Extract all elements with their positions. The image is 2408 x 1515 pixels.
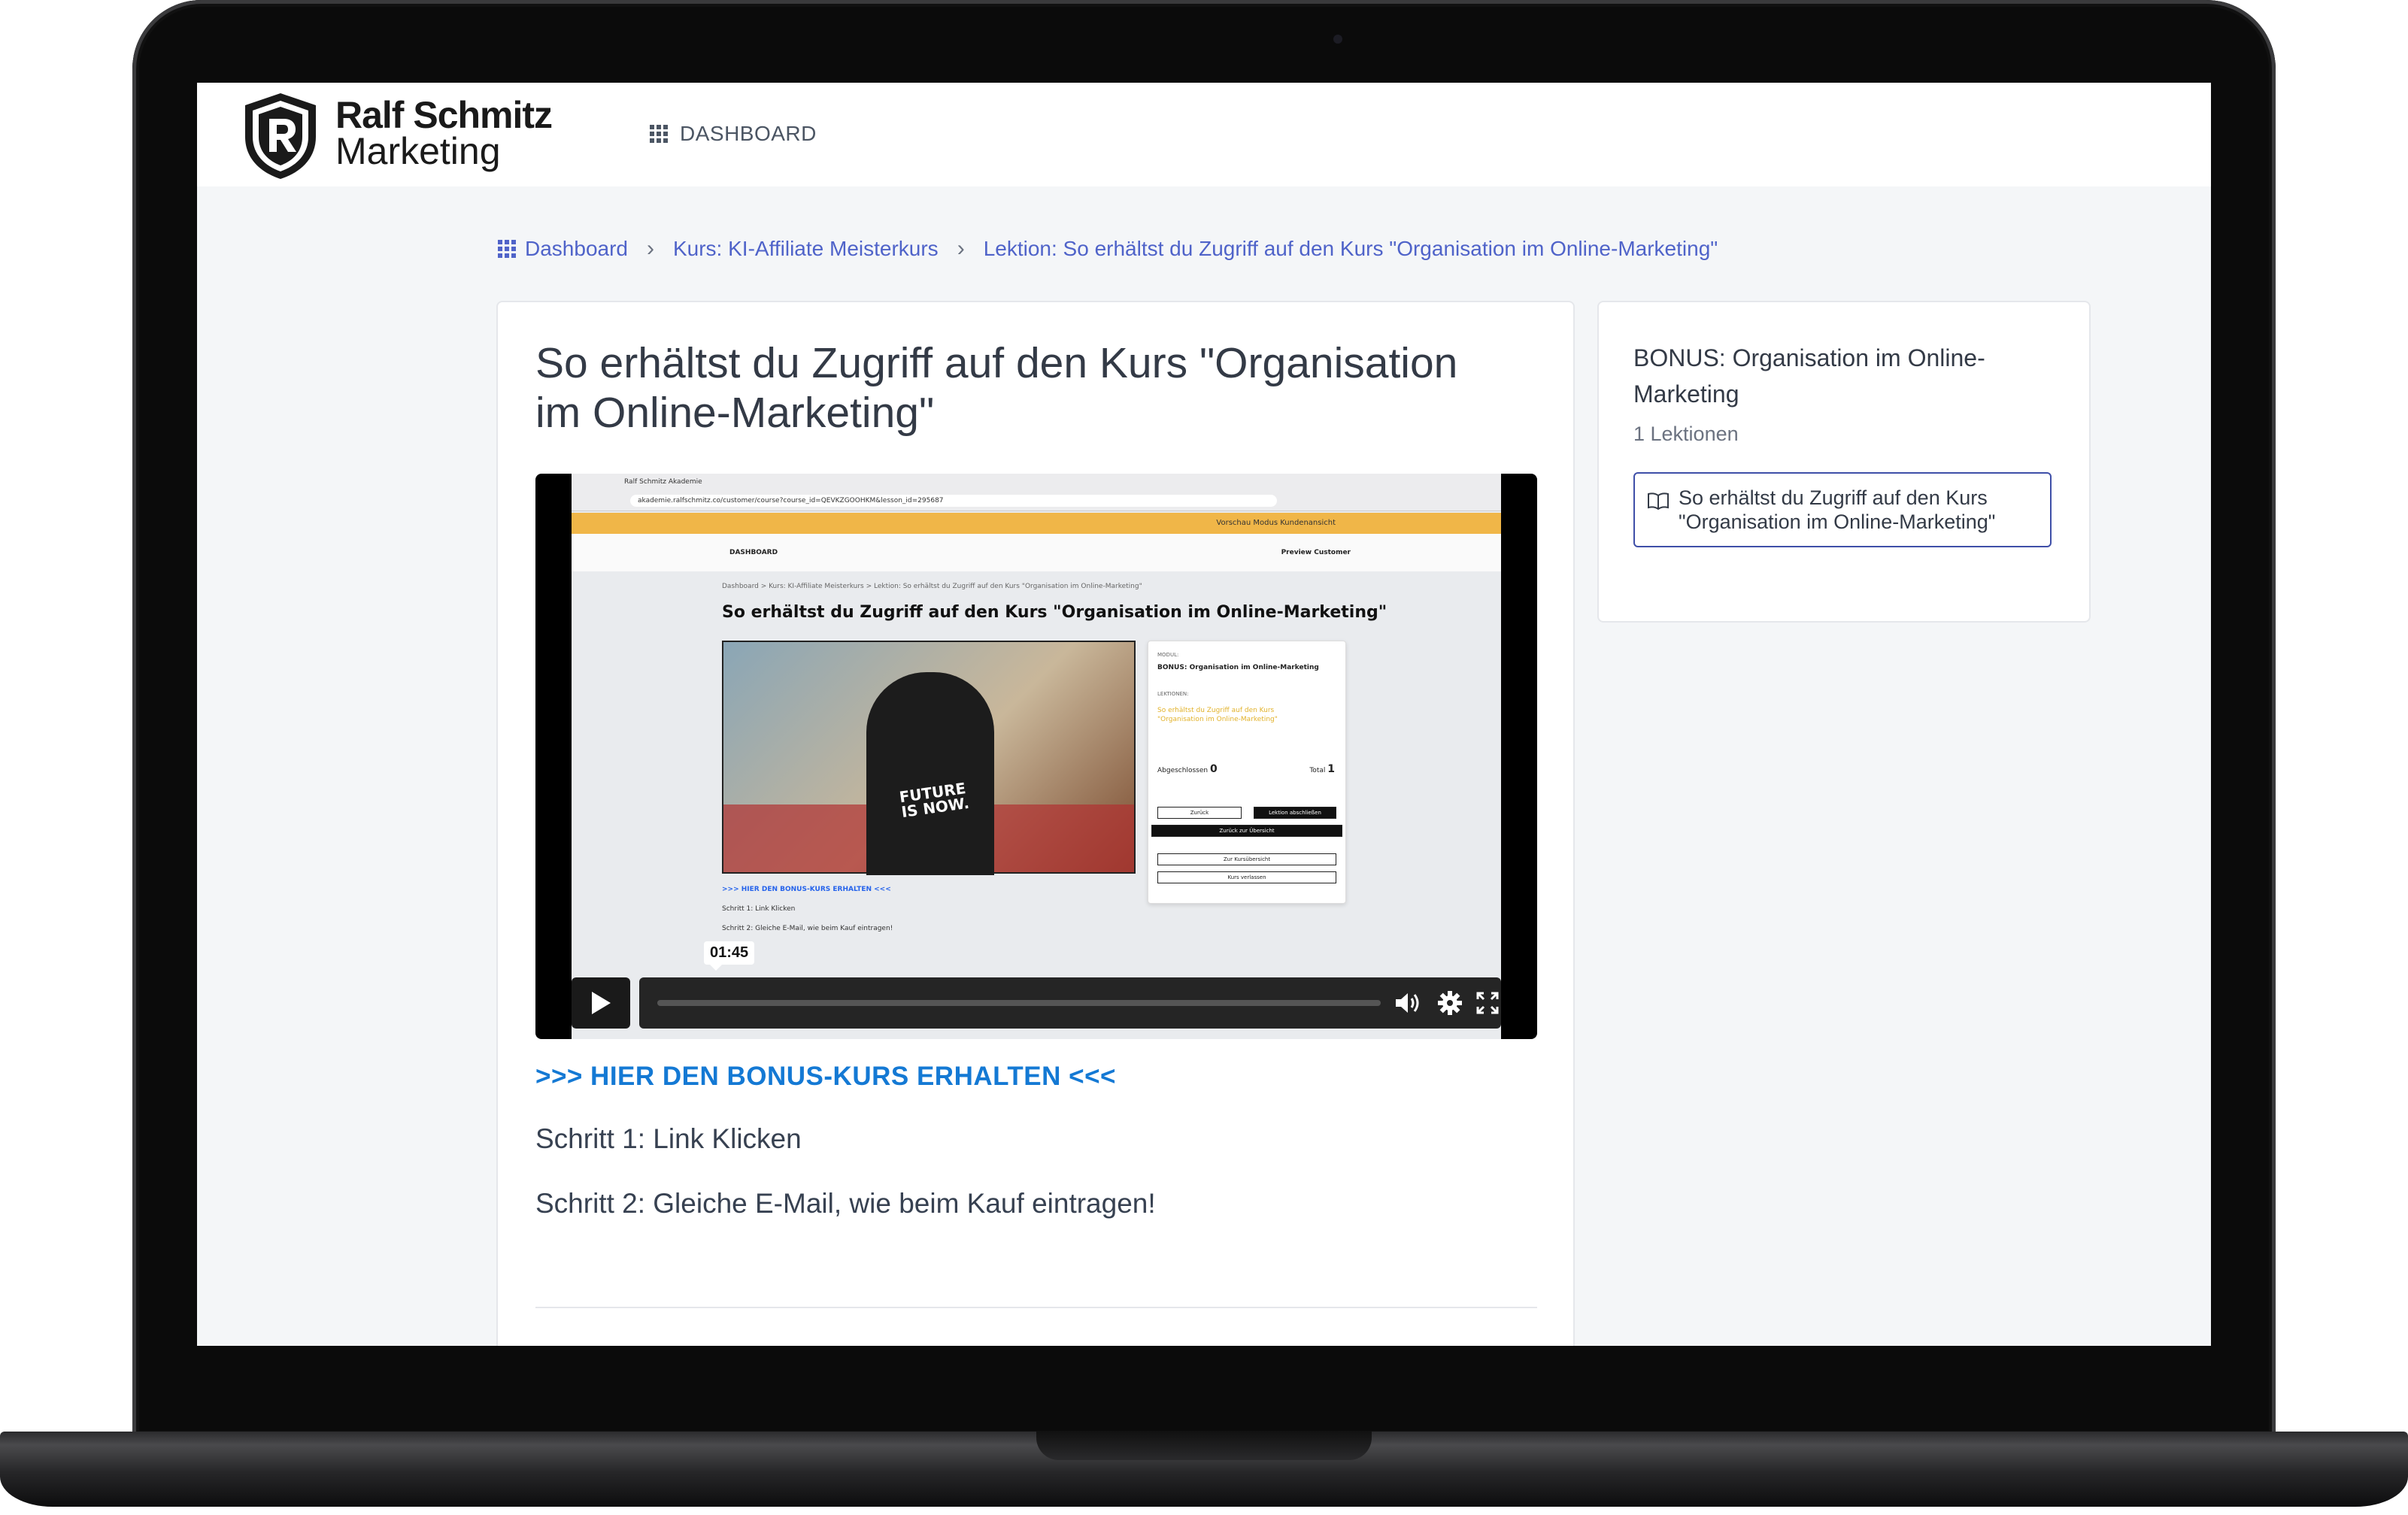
module-title: BONUS: Organisation im Online-Marketing <box>1633 344 1985 408</box>
bonus-course-link[interactable]: >>> HIER DEN BONUS-KURS ERHALTEN <<< <box>535 1062 1116 1092</box>
module-sidebar-card: BONUS: Organisation im Online-Marketing … <box>1597 301 2091 623</box>
inner-video-thumbnail: FUTURE IS NOW. <box>722 641 1136 875</box>
screen: Ralf Schmitz Marketing DASHBOARD Dashboa… <box>197 83 2211 1346</box>
sidebar-lesson-label: So erhältst du Zugriff auf den Kurs "Org… <box>1679 486 1996 533</box>
inner-bonus-link: >>> HIER DEN BONUS-KURS ERHALTEN <<< <box>722 886 891 893</box>
inner-module-label: MODUL: <box>1157 652 1179 658</box>
inner-complete-button: Lektion abschließen <box>1254 807 1336 819</box>
inner-step-2: Schritt 2: Gleiche E-Mail, wie beim Kauf… <box>722 925 893 932</box>
breadcrumb-course-label: Kurs: KI-Affiliate Meisterkurs <box>672 237 939 260</box>
inner-preview-banner-text: Vorschau Modus Kundenansicht <box>1216 519 1336 527</box>
inner-module-title: BONUS: Organisation im Online-Marketing <box>1157 664 1319 671</box>
play-button[interactable] <box>572 977 630 1029</box>
book-open-icon <box>1648 492 1669 510</box>
inner-title: So erhältst du Zugriff auf den Kurs "Org… <box>722 603 1387 622</box>
lesson-card: So erhältst du Zugriff auf den Kurs "Org… <box>496 301 1575 1346</box>
volume-icon[interactable] <box>1393 988 1423 1018</box>
inner-topbar: DASHBOARD Preview Customer <box>572 534 1501 571</box>
inner-address-bar: akademie.ralfschmitz.co/customer/course?… <box>630 495 1277 507</box>
inner-completed-value: 0 <box>1209 763 1218 775</box>
inner-breadcrumb: Dashboard > Kurs: KI-Affiliate Meisterku… <box>722 583 1142 590</box>
fullscreen-icon[interactable] <box>1472 988 1503 1018</box>
chevron-right-icon: › <box>957 236 965 261</box>
inner-nav-dashboard: DASHBOARD <box>729 549 778 556</box>
video-control-bar: 01:45 <box>639 941 1503 1029</box>
step-2-text: Schritt 2: Gleiche E-Mail, wie beim Kauf… <box>535 1188 1156 1219</box>
inner-presenter <box>866 672 994 875</box>
inner-total: Total 1 <box>1309 763 1335 775</box>
inner-leave-button: Kurs verlassen <box>1157 871 1336 883</box>
step-1-text: Schritt 1: Link Klicken <box>535 1123 802 1154</box>
breadcrumb-dashboard-label: Dashboard <box>525 237 628 260</box>
inner-overview-back-button: Zurück zur Übersicht <box>1151 825 1342 837</box>
sidebar-lesson-item[interactable]: So erhältst du Zugriff auf den Kurs "Org… <box>1633 472 2052 547</box>
inner-course-overview-button: Zur Kursübersicht <box>1157 853 1336 865</box>
settings-gear-icon[interactable] <box>1435 988 1465 1018</box>
inner-completed: Abgeschlossen 0 <box>1157 763 1218 775</box>
lesson-count: 1 Lektionen <box>1633 423 1739 445</box>
inner-browser-chrome: Ralf Schmitz Akademie akademie.ralfschmi… <box>572 474 1501 511</box>
inner-lessons-label: LEKTIONEN: <box>1157 691 1189 697</box>
play-icon <box>592 992 611 1014</box>
inner-back-button: Zurück <box>1157 807 1242 819</box>
grid-icon <box>498 240 516 258</box>
nav-dashboard-link[interactable]: DASHBOARD <box>650 122 817 146</box>
video-player[interactable]: Ralf Schmitz Akademie akademie.ralfschmi… <box>535 474 1537 1039</box>
chevron-right-icon: › <box>646 236 654 261</box>
logo-text-marketing: Marketing <box>335 130 501 172</box>
lesson-title: So erhältst du Zugriff auf den Kurs "Org… <box>535 339 1458 437</box>
camera-dot <box>1333 35 1342 44</box>
video-controls: 01:45 <box>572 941 1503 1029</box>
divider <box>535 1307 1537 1308</box>
inner-preview-customer: Preview Customer <box>1281 549 1351 556</box>
video-progress-track[interactable] <box>657 1000 1381 1006</box>
video-time-tooltip: 01:45 <box>704 941 755 971</box>
breadcrumb-lesson-label: Lektion: So erhältst du Zugriff auf den … <box>983 237 1718 260</box>
inner-total-value: 1 <box>1327 763 1335 775</box>
logo-shield-icon <box>245 93 316 179</box>
inner-lesson-item: So erhältst du Zugriff auf den Kurs "Org… <box>1157 707 1278 723</box>
breadcrumb-lesson[interactable]: Lektion: So erhältst du Zugriff auf den … <box>984 237 1718 261</box>
laptop-notch <box>1036 1432 1372 1460</box>
nav-dashboard-label: DASHBOARD <box>680 122 817 145</box>
inner-completed-label: Abgeschlossen <box>1157 767 1209 774</box>
inner-step-1: Schritt 1: Link Klicken <box>722 905 796 913</box>
grid-icon <box>650 125 668 143</box>
top-navbar: Ralf Schmitz Marketing DASHBOARD <box>197 83 2211 186</box>
inner-preview-banner: Vorschau Modus Kundenansicht <box>572 513 1501 534</box>
inner-total-label: Total <box>1309 767 1326 774</box>
breadcrumb-course[interactable]: Kurs: KI-Affiliate Meisterkurs <box>673 237 939 261</box>
breadcrumb: Dashboard › Kurs: KI-Affiliate Meisterku… <box>498 236 1718 262</box>
inner-side-panel: MODUL: BONUS: Organisation im Online-Mar… <box>1148 641 1346 904</box>
breadcrumb-dashboard[interactable]: Dashboard <box>498 237 628 261</box>
inner-tab-title: Ralf Schmitz Akademie <box>624 478 702 486</box>
